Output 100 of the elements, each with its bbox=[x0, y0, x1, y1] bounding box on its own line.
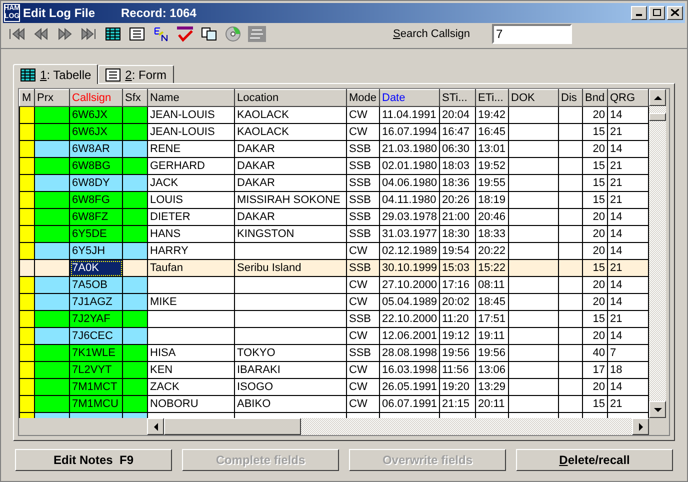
table-cell[interactable] bbox=[20, 310, 34, 328]
column-header[interactable]: Mode bbox=[346, 90, 380, 106]
table-cell[interactable] bbox=[508, 328, 558, 344]
table-cell[interactable]: 7J2YAF bbox=[70, 310, 122, 328]
table-cell[interactable]: 21 bbox=[608, 124, 648, 140]
table-cell[interactable] bbox=[122, 124, 148, 140]
table-cell[interactable]: SSB bbox=[346, 158, 380, 174]
table-cell[interactable] bbox=[234, 276, 346, 294]
table-cell[interactable]: 14 bbox=[608, 106, 648, 124]
table-cell[interactable] bbox=[20, 260, 34, 276]
scroll-right-button[interactable] bbox=[632, 418, 649, 435]
table-cell[interactable] bbox=[558, 362, 582, 378]
table-cell[interactable]: ZACK bbox=[148, 378, 234, 396]
table-cell[interactable] bbox=[20, 192, 34, 208]
disc-button[interactable] bbox=[223, 24, 243, 44]
table-cell[interactable] bbox=[122, 378, 148, 396]
table-cell[interactable]: 7M1MCT bbox=[70, 378, 122, 396]
table-cell[interactable]: 19:20 bbox=[440, 378, 476, 396]
table-cell[interactable]: CW bbox=[346, 276, 380, 294]
table-cell[interactable] bbox=[148, 328, 234, 344]
table-cell[interactable]: Seribu Island bbox=[234, 260, 346, 276]
table-cell[interactable] bbox=[122, 362, 148, 378]
table-cell[interactable] bbox=[20, 378, 34, 396]
table-cell[interactable] bbox=[508, 124, 558, 140]
table-cell[interactable] bbox=[20, 124, 34, 140]
table-cell[interactable]: HARRY bbox=[148, 242, 234, 260]
table-cell[interactable] bbox=[234, 294, 346, 310]
vertical-scrollbar[interactable] bbox=[649, 89, 666, 418]
column-header[interactable]: DOK bbox=[508, 90, 558, 106]
table-cell[interactable] bbox=[508, 294, 558, 310]
table-cell[interactable] bbox=[34, 208, 70, 226]
table-cell[interactable] bbox=[34, 362, 70, 378]
table-cell[interactable]: SSB bbox=[346, 310, 380, 328]
table-cell[interactable]: 27.10.2000 bbox=[380, 276, 440, 294]
table-cell[interactable] bbox=[508, 276, 558, 294]
table-cell[interactable]: 6W8DY bbox=[70, 174, 122, 192]
table-cell[interactable]: 20 bbox=[582, 328, 608, 344]
table-cell[interactable]: 18:19 bbox=[476, 192, 508, 208]
table-cell[interactable] bbox=[558, 192, 582, 208]
column-header[interactable]: Location bbox=[234, 90, 346, 106]
table-cell[interactable]: DAKAR bbox=[234, 174, 346, 192]
table-cell[interactable]: JACK bbox=[148, 174, 234, 192]
table-cell[interactable]: DAKAR bbox=[234, 158, 346, 174]
table-cell[interactable]: 7K1WLE bbox=[70, 344, 122, 362]
table-cell[interactable]: 6Y5DE bbox=[70, 226, 122, 242]
table-cell[interactable]: 14 bbox=[608, 276, 648, 294]
table-cell[interactable]: 28.08.1998 bbox=[380, 344, 440, 362]
table-cell[interactable]: 21:15 bbox=[440, 396, 476, 412]
table-cell[interactable]: 21 bbox=[608, 310, 648, 328]
table-cell[interactable]: 20 bbox=[582, 106, 608, 124]
table-cell[interactable] bbox=[508, 226, 558, 242]
table-cell[interactable]: 20 bbox=[582, 208, 608, 226]
table-cell[interactable] bbox=[34, 294, 70, 310]
column-header[interactable]: Prx bbox=[34, 90, 70, 106]
table-cell[interactable] bbox=[558, 344, 582, 362]
column-header[interactable]: Date bbox=[380, 90, 440, 106]
table-cell[interactable]: 19:12 bbox=[440, 328, 476, 344]
table-cell[interactable] bbox=[508, 140, 558, 158]
table-cell[interactable] bbox=[20, 362, 34, 378]
table-cell[interactable]: 02.12.1989 bbox=[380, 242, 440, 260]
table-cell[interactable] bbox=[122, 328, 148, 344]
table-cell[interactable] bbox=[34, 344, 70, 362]
table-cell[interactable] bbox=[508, 158, 558, 174]
table-cell[interactable] bbox=[508, 396, 558, 412]
table-cell[interactable] bbox=[122, 344, 148, 362]
table-cell[interactable]: 17 bbox=[582, 362, 608, 378]
table-cell[interactable]: 21 bbox=[608, 396, 648, 412]
table-cell[interactable]: 7A0K bbox=[70, 260, 122, 276]
table-cell[interactable]: 6W8FG bbox=[70, 192, 122, 208]
table-cell[interactable]: 13:06 bbox=[476, 362, 508, 378]
table-cell[interactable] bbox=[34, 158, 70, 174]
table-cell[interactable]: 7 bbox=[608, 344, 648, 362]
table-cell[interactable] bbox=[508, 362, 558, 378]
table-cell[interactable]: 20 bbox=[582, 140, 608, 158]
table-cell[interactable]: ABIKO bbox=[234, 396, 346, 412]
action-button[interactable]: Delete/recall bbox=[516, 449, 673, 471]
table-cell[interactable]: 20:02 bbox=[440, 294, 476, 310]
table-cell[interactable] bbox=[122, 174, 148, 192]
table-cell[interactable] bbox=[34, 140, 70, 158]
table-cell[interactable] bbox=[148, 310, 234, 328]
table-cell[interactable]: 17:51 bbox=[476, 310, 508, 328]
table-cell[interactable]: 29.03.1978 bbox=[380, 208, 440, 226]
table-cell[interactable]: 21:00 bbox=[440, 208, 476, 226]
table-cell[interactable]: 14 bbox=[608, 226, 648, 242]
table-cell[interactable]: SSB bbox=[346, 174, 380, 192]
table-cell[interactable]: CW bbox=[346, 124, 380, 140]
table-cell[interactable] bbox=[122, 158, 148, 174]
table-cell[interactable] bbox=[34, 242, 70, 260]
table-cell[interactable]: 16.03.1998 bbox=[380, 362, 440, 378]
table-cell[interactable]: NOBORU bbox=[148, 396, 234, 412]
table-cell[interactable] bbox=[558, 242, 582, 260]
table-cell[interactable]: 19:11 bbox=[476, 328, 508, 344]
table-cell[interactable]: 06:30 bbox=[440, 140, 476, 158]
table-cell[interactable] bbox=[558, 174, 582, 192]
table-cell[interactable]: 11:20 bbox=[440, 310, 476, 328]
table-cell[interactable]: KINGSTON bbox=[234, 226, 346, 242]
table-cell[interactable]: CW bbox=[346, 294, 380, 310]
table-cell[interactable] bbox=[34, 174, 70, 192]
table-cell[interactable]: 20 bbox=[582, 378, 608, 396]
table-cell[interactable] bbox=[122, 310, 148, 328]
